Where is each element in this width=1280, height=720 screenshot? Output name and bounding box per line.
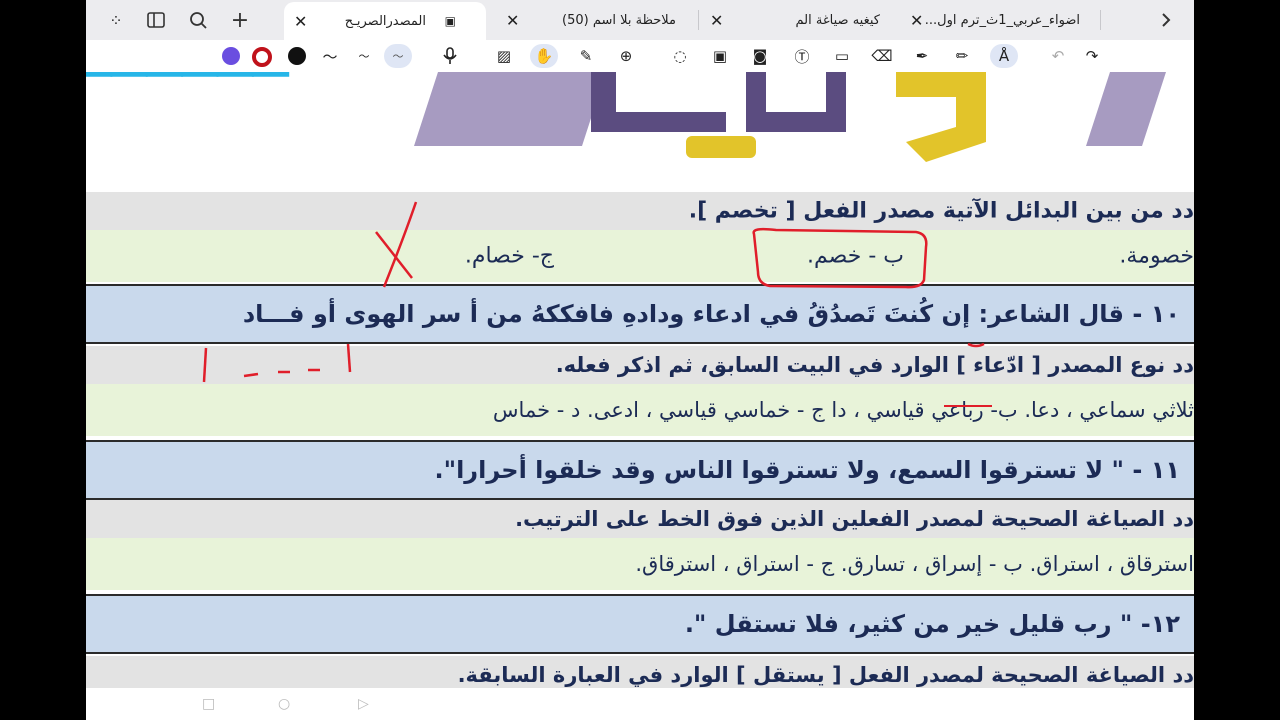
search-icon[interactable] bbox=[184, 6, 212, 34]
instruction-text: دد من بين البدائل الآتية مصدر الفعل [ تخ… bbox=[688, 198, 1194, 224]
pencil-icon[interactable]: ✏ bbox=[950, 44, 974, 68]
grid-icon[interactable]: ⁘ bbox=[102, 6, 130, 34]
logo-band-left bbox=[414, 72, 606, 146]
touch-draw-icon[interactable]: ✋ bbox=[530, 44, 558, 68]
close-icon[interactable]: ✕ bbox=[710, 11, 723, 30]
home-icon[interactable]: ○ bbox=[278, 696, 290, 712]
document-page[interactable]: ▀▀▀▀▀▀ دد من بين البدائل الآتية مصدر الف… bbox=[86, 72, 1194, 688]
eraser-icon[interactable]: ⌫ bbox=[870, 44, 894, 68]
redo-icon[interactable]: ↷ bbox=[1080, 44, 1104, 68]
lasso-icon[interactable]: ◌ bbox=[668, 44, 692, 68]
question-title: ١١ - " لا تسترقوا السمع، ولا تسترقوا الن… bbox=[86, 440, 1194, 500]
tab-title: اضواء_عربي_1ث_ترم اول... bbox=[924, 12, 1080, 28]
pen-icon[interactable]: ✒ bbox=[910, 44, 934, 68]
options-text[interactable]: استرقاق ، استراق. ب - إسراق ، تسارق. ج -… bbox=[635, 552, 1194, 576]
option-b[interactable]: ب - خصم. bbox=[807, 244, 904, 269]
tab-item[interactable]: كيغيه صياغة الم ✕ bbox=[700, 4, 900, 36]
question-title: ١٠ - قال الشاعر: إن كُنتَ تَصدُقُ في ادع… bbox=[86, 284, 1194, 344]
microphone-icon[interactable] bbox=[438, 44, 462, 68]
shape-record-icon[interactable]: ◙ bbox=[748, 44, 772, 68]
tab-title: كيغيه صياغة الم bbox=[795, 12, 880, 28]
stroke-thin-icon[interactable]: 〜 bbox=[352, 44, 376, 68]
red-color-swatch[interactable] bbox=[252, 47, 272, 67]
document-icon: ▣ bbox=[444, 14, 456, 28]
app-screen: ⁘ + المصدرالصريـح ▣ ✕ ملاحظة بلا اسم (50… bbox=[86, 0, 1194, 720]
logo-shape-purple bbox=[591, 72, 726, 132]
undo-icon[interactable]: ↶ bbox=[1046, 44, 1070, 68]
stroke-selected-icon[interactable]: 〜 bbox=[384, 44, 412, 68]
option-c[interactable]: ج- خصام. bbox=[465, 244, 554, 269]
question-instruction: دد الصياغة الصحيحة لمصدر الفعل [ يستقل ]… bbox=[86, 656, 1194, 688]
answer-options-row: خصومة. ب - خصم. ج- خصام. bbox=[86, 230, 1194, 282]
answer-options-row: استرقاق ، استراق. ب - إسراق ، تسارق. ج -… bbox=[86, 538, 1194, 590]
question-title: ١٢- " رب قليل خير من كثير، فلا تستقل ". bbox=[86, 594, 1194, 654]
tab-title: ملاحظة بلا اسم (50) bbox=[561, 12, 676, 28]
instruction-text: دد الصياغة الصحيحة لمصدر الفعلين الذين ف… bbox=[515, 507, 1194, 531]
stroke-thick-icon[interactable]: 〜 bbox=[318, 44, 342, 68]
purple-color-swatch[interactable] bbox=[222, 47, 240, 65]
instruction-text: دد نوع المصدر [ ادّعاء ] الوارد في البيت… bbox=[555, 353, 1194, 377]
question-instruction: دد الصياغة الصحيحة لمصدر الفعلين الذين ف… bbox=[86, 500, 1194, 538]
annotation-toolbar: 〜 〜 〜 ▨ ✋ ✎ ⊕ ◌ ▣ ◙ Ⓣ ▭ ⌫ ✒ ✏ Å ↶ ↷ bbox=[86, 40, 1194, 73]
logo-shape-yellow bbox=[896, 72, 986, 162]
instruction-text: دد الصياغة الصحيحة لمصدر الفعل [ يستقل ]… bbox=[457, 663, 1194, 687]
close-icon[interactable]: ✕ bbox=[506, 11, 519, 30]
tab-divider bbox=[1100, 10, 1101, 30]
tab-title: المصدرالصريـح bbox=[344, 13, 426, 29]
back-icon[interactable]: ▷ bbox=[358, 696, 369, 712]
system-nav-bar: □ ○ ▷ bbox=[86, 688, 1194, 720]
chevron-right-icon[interactable] bbox=[1152, 6, 1180, 34]
close-icon[interactable]: ✕ bbox=[910, 11, 923, 30]
question-text: ١١ - " لا تسترقوا السمع، ولا تسترقوا الن… bbox=[434, 456, 1180, 484]
tab-item[interactable]: اضواء_عربي_1ث_ترم اول... ✕ bbox=[900, 4, 1100, 36]
tab-active[interactable]: المصدرالصريـح ▣ ✕ bbox=[284, 2, 486, 40]
tab-divider bbox=[698, 10, 699, 30]
logo-text-fragment: ▀▀▀▀▀▀ bbox=[86, 72, 289, 103]
answer-options-row: ثلاثي سماعي ، دعا. ب- رباعي قياسي ، دا ج… bbox=[86, 384, 1194, 436]
recent-apps-icon[interactable]: □ bbox=[202, 696, 215, 712]
option-a[interactable]: خصومة. bbox=[1119, 244, 1194, 269]
logo-band-right bbox=[1086, 72, 1166, 146]
new-tab-icon[interactable]: + bbox=[226, 6, 254, 34]
logo-shape-yellow-2 bbox=[686, 136, 756, 158]
logo-shape-purple-2 bbox=[746, 72, 846, 132]
comment-icon[interactable]: ▭ bbox=[830, 44, 854, 68]
black-color-swatch[interactable] bbox=[288, 47, 306, 65]
text-box-icon[interactable]: Ⓣ bbox=[790, 44, 814, 68]
texture-icon[interactable]: ▨ bbox=[492, 44, 516, 68]
tab-bar: ⁘ + المصدرالصريـح ▣ ✕ ملاحظة بلا اسم (50… bbox=[86, 0, 1194, 40]
question-instruction: دد نوع المصدر [ ادّعاء ] الوارد في البيت… bbox=[86, 346, 1194, 384]
question-text: ١٢- " رب قليل خير من كثير، فلا تستقل ". bbox=[684, 610, 1180, 638]
image-icon[interactable]: ▣ bbox=[708, 44, 732, 68]
options-text[interactable]: ثلاثي سماعي ، دعا. ب- رباعي قياسي ، دا ج… bbox=[493, 398, 1194, 422]
close-icon[interactable]: ✕ bbox=[294, 12, 307, 31]
highlighter-icon[interactable]: Å bbox=[990, 44, 1018, 68]
header-logo: ▀▀▀▀▀▀ bbox=[86, 72, 1166, 162]
sidebar-toggle-icon[interactable] bbox=[142, 6, 170, 34]
question-text: ١٠ - قال الشاعر: إن كُنتَ تَصدُقُ في ادع… bbox=[242, 300, 1180, 328]
tab-item[interactable]: ملاحظة بلا اسم (50) ✕ bbox=[496, 4, 696, 36]
question-instruction: دد من بين البدائل الآتية مصدر الفعل [ تخ… bbox=[86, 192, 1194, 230]
zoom-in-icon[interactable]: ⊕ bbox=[614, 44, 638, 68]
magic-pen-icon[interactable]: ✎ bbox=[574, 44, 598, 68]
